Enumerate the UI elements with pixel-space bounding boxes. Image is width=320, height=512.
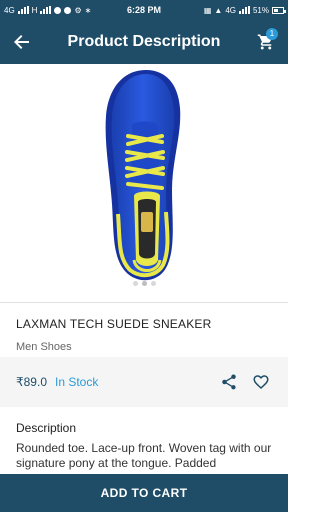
vibrate-icon: ▦	[203, 5, 212, 15]
add-to-cart-button[interactable]: ADD TO CART	[0, 474, 288, 512]
carousel-dot[interactable]	[141, 281, 147, 286]
usb-icon: ⚙	[74, 5, 82, 15]
wishlist-button[interactable]	[250, 371, 272, 393]
back-button[interactable]	[0, 20, 44, 64]
battery-fill	[274, 8, 279, 12]
heart-outline-icon	[253, 375, 269, 389]
cart-count-badge: 1	[266, 28, 278, 40]
product-name: LAXMAN TECH SUEDE SNEAKER	[16, 317, 212, 331]
share-button[interactable]	[218, 371, 240, 393]
network-type: 4G	[225, 5, 236, 15]
cell-signal-icon	[238, 6, 250, 14]
stock-status: In Stock	[55, 375, 99, 389]
app-bar: Product Description 1	[0, 20, 288, 64]
description-section: Description Rounded toe. Lace-up front. …	[0, 407, 288, 474]
signal-icon	[17, 6, 29, 14]
signal-icon-2	[40, 6, 52, 14]
share-icon	[222, 374, 236, 390]
status-right: ▦ ▲ 4G 51%	[203, 5, 286, 15]
page-title: Product Description	[67, 33, 221, 50]
message-icon	[54, 6, 62, 14]
bluetooth-icon: ∗	[84, 5, 92, 15]
sneaker-image	[105, 70, 181, 281]
carousel-dot[interactable]	[150, 281, 156, 286]
product-price: ₹89.0	[16, 375, 47, 389]
network-label: 4G	[4, 5, 15, 15]
status-bar: 4G H ⚙ ∗ 6:28 PM ▦ ▲ 4G 51%	[0, 0, 288, 20]
whatsapp-icon	[64, 6, 72, 14]
product-header: LAXMAN TECH SUEDE SNEAKER Men Shoes	[0, 303, 288, 357]
description-heading: Description	[16, 421, 77, 435]
wifi-icon: ▲	[214, 5, 223, 15]
product-actions	[218, 371, 272, 393]
description-text: Rounded toe. Lace-up front. Woven tag wi…	[16, 441, 272, 470]
battery-icon	[272, 6, 286, 14]
carousel-indicators	[0, 281, 288, 286]
arrow-back-icon	[14, 35, 29, 49]
price-row: ₹89.0 In Stock	[0, 357, 288, 407]
carousel-dot[interactable]	[132, 281, 138, 286]
status-left: 4G H ⚙ ∗	[4, 6, 204, 15]
cart-button[interactable]: 1	[244, 20, 288, 64]
product-image-carousel[interactable]	[0, 64, 288, 302]
product-category: Men Shoes	[16, 341, 72, 353]
network-label-2: H	[31, 5, 38, 15]
battery-percent: 51%	[252, 5, 269, 15]
